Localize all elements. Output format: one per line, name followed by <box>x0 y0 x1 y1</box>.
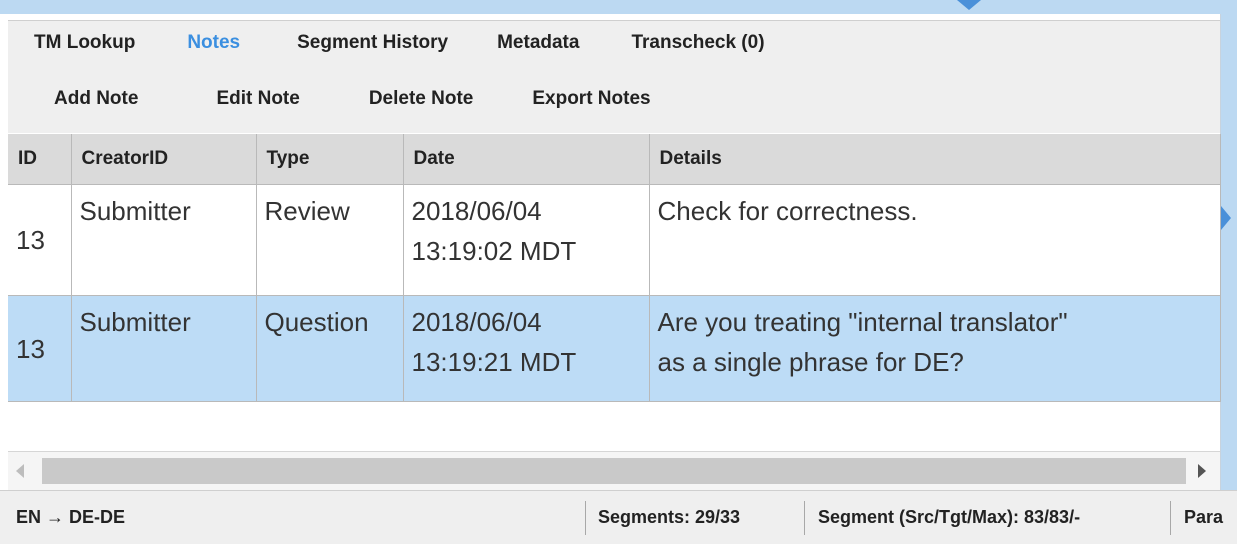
column-header-date[interactable]: Date <box>403 134 650 185</box>
add-note-button[interactable]: Add Note <box>54 88 138 110</box>
status-para: Para <box>1184 507 1224 527</box>
top-frame-strip <box>0 0 1237 14</box>
cell-date-day: 2018/06/04 <box>411 307 542 337</box>
status-bar: EN → DE-DE Segments: 29/33 Segment (Src/… <box>0 490 1237 544</box>
cell-details: Are you treating "internal translator" a… <box>649 295 1221 402</box>
table-row-selected[interactable]: 13 Submitter Question 2018/06/04 13:19:2… <box>8 295 1221 402</box>
status-divider <box>585 501 586 535</box>
cell-date-day: 2018/06/04 <box>411 196 542 226</box>
cell-details-line: Check for correctness. <box>657 196 918 226</box>
edit-note-button[interactable]: Edit Note <box>216 88 299 110</box>
table-header-row: ID CreatorID Type Date Details <box>8 134 1221 185</box>
cell-date-time: 13:19:21 MDT <box>411 347 577 377</box>
delete-note-button[interactable]: Delete Note <box>369 88 474 110</box>
tab-notes[interactable]: Notes <box>187 32 240 54</box>
status-divider <box>804 501 805 535</box>
notes-table: ID CreatorID Type Date Details 13 Submit… <box>8 134 1221 402</box>
notes-toolbar: Add Note Edit Note Delete Note Export No… <box>8 65 1220 133</box>
cell-id: 13 <box>8 184 72 296</box>
cell-date-time: 13:19:02 MDT <box>411 236 577 266</box>
collapse-down-icon[interactable] <box>957 0 981 10</box>
horizontal-scrollbar[interactable] <box>8 451 1220 490</box>
panel-tabs: TM Lookup Notes Segment History Metadata… <box>8 20 1220 66</box>
tab-metadata[interactable]: Metadata <box>497 32 579 54</box>
tab-transcheck[interactable]: Transcheck (0) <box>631 32 764 54</box>
export-notes-button[interactable]: Export Notes <box>532 88 650 110</box>
cell-type: Question <box>256 295 404 402</box>
cell-id: 13 <box>8 295 72 402</box>
cell-details-line: Are you treating "internal translator" <box>657 307 1068 337</box>
column-header-details[interactable]: Details <box>649 134 1221 185</box>
cell-date: 2018/06/04 13:19:02 MDT <box>403 184 650 296</box>
status-segment-counts: Segment (Src/Tgt/Max): 83/83/- <box>818 507 1081 527</box>
scroll-right-icon[interactable] <box>1198 464 1206 478</box>
status-language-pair: EN → DE-DE <box>16 507 126 527</box>
column-header-id[interactable]: ID <box>8 134 72 185</box>
right-frame-strip <box>1221 14 1237 543</box>
cell-details-line: as a single phrase for DE? <box>657 347 964 377</box>
column-header-creatorid[interactable]: CreatorID <box>71 134 257 185</box>
scrollbar-thumb[interactable] <box>42 458 1186 484</box>
cell-type: Review <box>256 184 404 296</box>
tab-segment-history[interactable]: Segment History <box>297 32 448 54</box>
status-divider <box>1170 501 1171 535</box>
table-row[interactable]: 13 Submitter Review 2018/06/04 13:19:02 … <box>8 184 1221 296</box>
cell-details: Check for correctness. <box>649 184 1221 296</box>
cell-date: 2018/06/04 13:19:21 MDT <box>403 295 650 402</box>
cell-creator: Submitter <box>71 295 257 402</box>
status-segments: Segments: 29/33 <box>598 507 741 527</box>
column-header-type[interactable]: Type <box>256 134 404 185</box>
cell-creator: Submitter <box>71 184 257 296</box>
tab-tm-lookup[interactable]: TM Lookup <box>34 32 135 54</box>
scroll-left-icon[interactable] <box>16 464 24 478</box>
expand-right-icon[interactable] <box>1221 206 1231 230</box>
